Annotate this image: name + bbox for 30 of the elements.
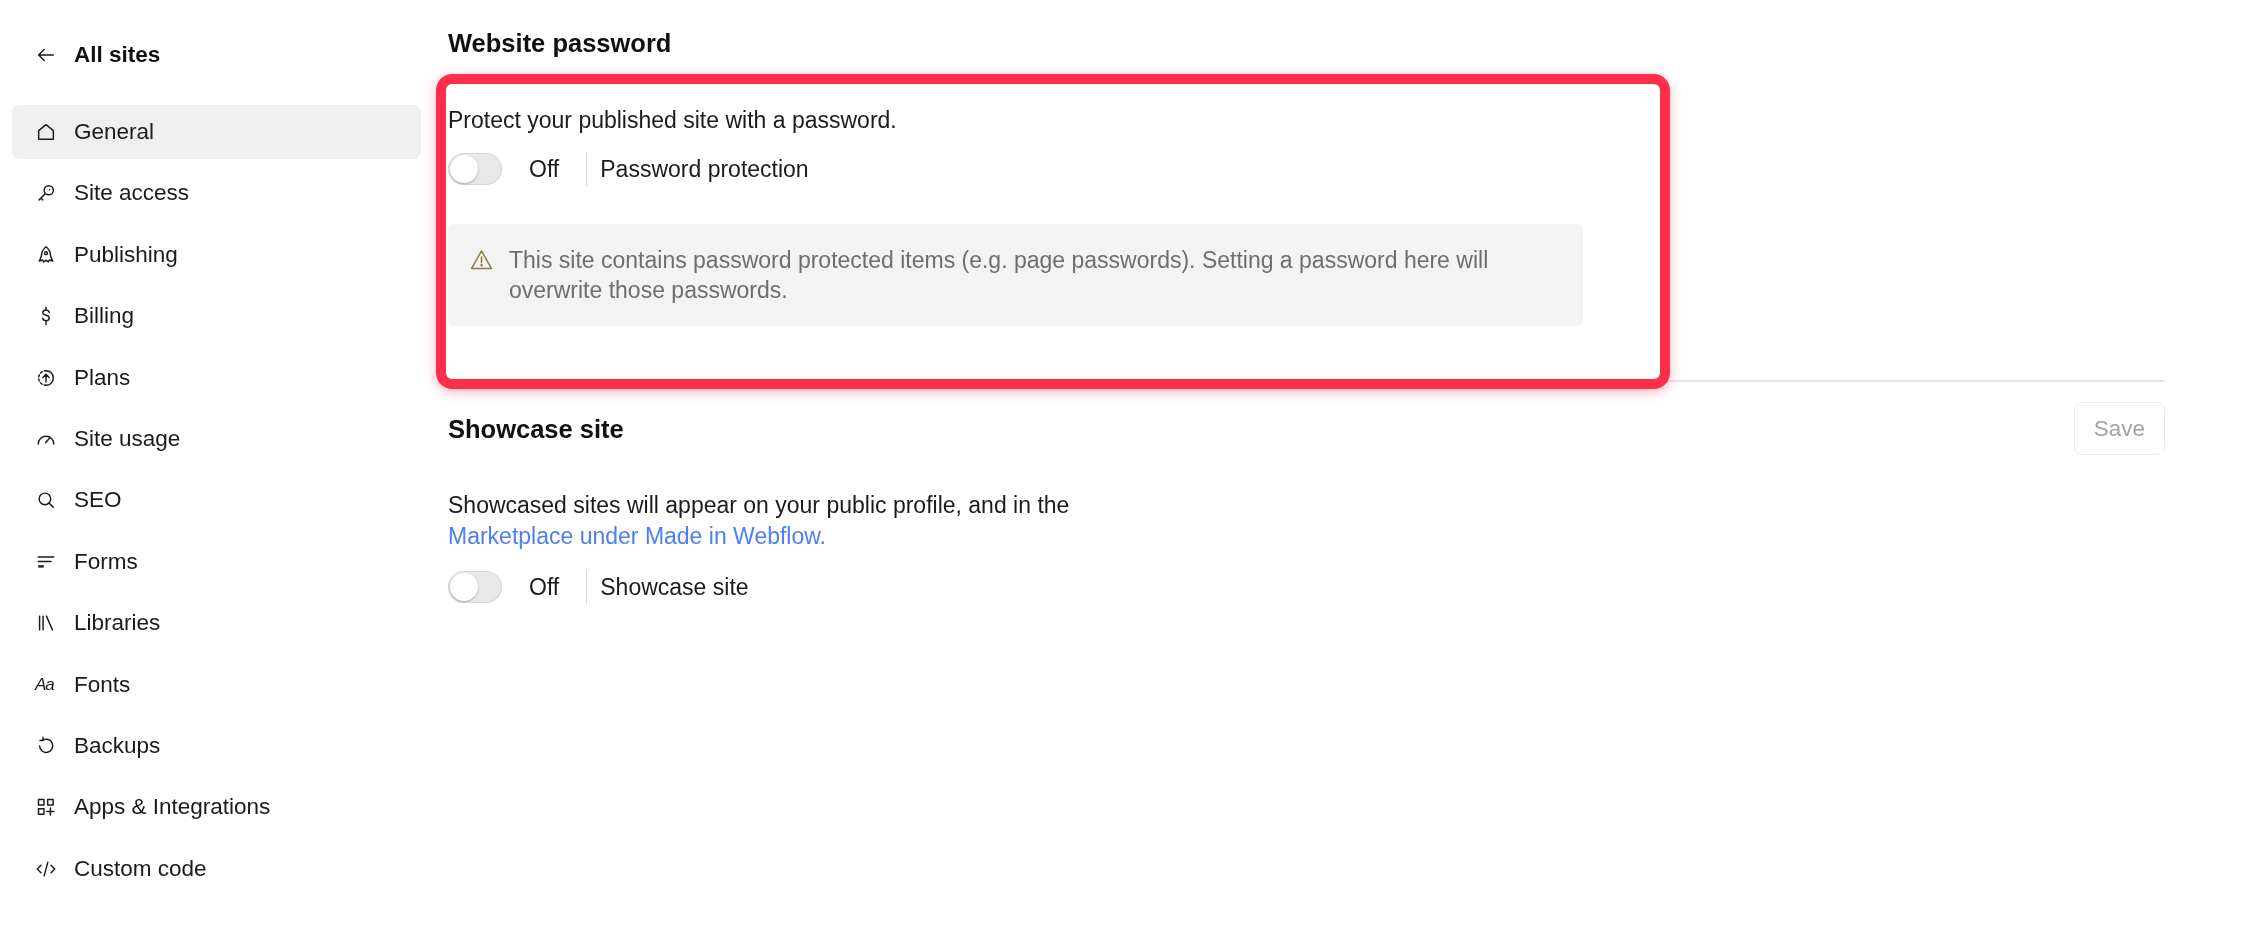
nav-item[interactable]: Backups — [12, 718, 421, 773]
nav-item[interactable]: Apps & Integrations — [12, 780, 421, 835]
nav-item[interactable]: Site access — [12, 166, 421, 221]
nav-item[interactable]: Forms — [12, 534, 421, 589]
warning-text: This site contains password protected items (e.g. page passwords). Setting a password here will overwrite those passwords. — [509, 246, 1490, 305]
nav-item[interactable]: General — [12, 105, 421, 159]
nav-item[interactable]: SEO — [12, 473, 421, 528]
nav-item[interactable]: Custom code — [12, 841, 421, 896]
section-description: Showcased sites will appear on your public profile, and in the Marketplace under Made in Webflow. — [448, 491, 1071, 551]
nav-item[interactable]: Plans — [12, 350, 421, 405]
font-glyph-icon: Aa — [35, 673, 57, 696]
toggle-switch[interactable] — [448, 571, 502, 603]
nav-item[interactable]: Site usage — [12, 411, 421, 466]
toggle-label: Showcase site — [600, 573, 749, 602]
house-icon — [35, 121, 57, 143]
grid-plus-icon — [35, 796, 57, 819]
toggle-state-text: Off — [529, 573, 560, 602]
toggle-state-text: Off — [529, 155, 560, 184]
toggle-label: Password protection — [600, 155, 809, 184]
section-title: Showcase site — [448, 413, 624, 444]
section-description: Protect your published site with a password. — [448, 106, 898, 135]
nav-item[interactable]: Billing — [12, 289, 421, 344]
section-title: Website password — [448, 28, 673, 58]
toggle-switch[interactable] — [448, 153, 502, 185]
nav-item[interactable]: Publishing — [12, 227, 421, 282]
all-sites-link[interactable]: All sites — [35, 40, 161, 70]
marketplace-link[interactable]: Marketplace under Made in Webflow. — [448, 523, 826, 549]
nav-item[interactable]: Aa Fonts — [12, 657, 421, 712]
nav-item[interactable]: Libraries — [12, 596, 421, 651]
warning-icon — [470, 249, 493, 270]
